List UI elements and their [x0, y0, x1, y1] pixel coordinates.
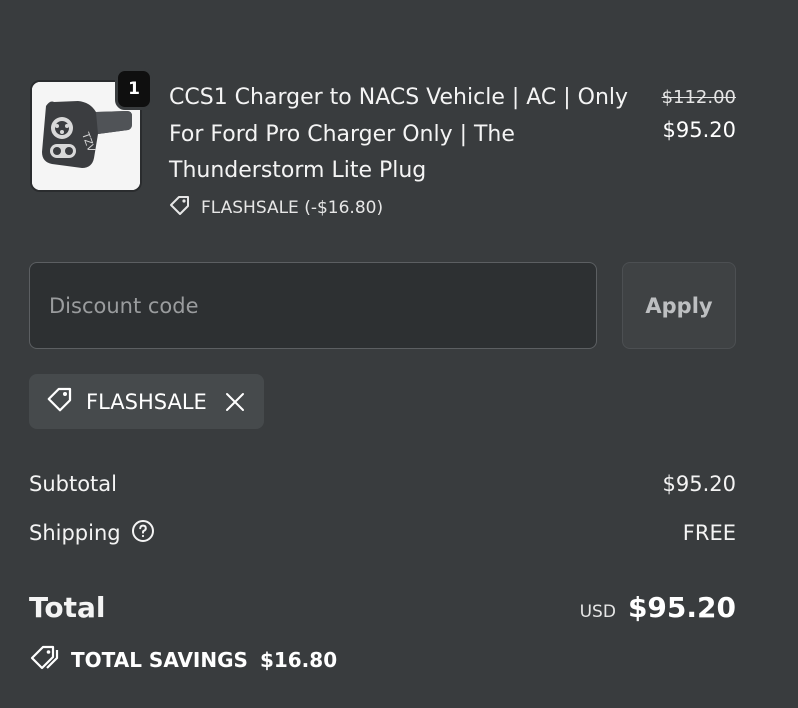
total-row: Total USD $95.20: [29, 586, 736, 628]
product-discount-text: FLASHSALE (-$16.80): [201, 197, 384, 218]
tag-icon: [168, 193, 192, 222]
total-label: Total: [29, 590, 106, 624]
total-value: $95.20: [627, 590, 736, 624]
product-title: CCS1 Charger to NACS Vehicle | AC | Only…: [169, 85, 629, 183]
tag-icon: [45, 384, 75, 419]
total-savings-label: TOTAL SAVINGS: [71, 647, 248, 672]
question-circle-icon[interactable]: [131, 519, 155, 548]
applied-discount-chip: FLASHSALE: [29, 374, 264, 429]
discount-code-input[interactable]: [29, 262, 597, 349]
current-price: $95.20: [662, 118, 736, 142]
applied-discount-code: FLASHSALE: [86, 389, 207, 414]
subtotal-label: Subtotal: [29, 472, 117, 496]
close-icon[interactable]: [222, 389, 248, 415]
currency-code: USD: [579, 601, 616, 622]
tags-icon: [29, 642, 61, 677]
shipping-row: Shipping FREE: [29, 517, 736, 549]
product-discount: FLASHSALE (-$16.80): [168, 193, 383, 222]
subtotal-value: $95.20: [662, 472, 736, 496]
apply-button[interactable]: Apply: [622, 262, 736, 349]
subtotal-row: Subtotal $95.20: [29, 468, 736, 500]
shipping-value: FREE: [682, 521, 736, 545]
total-savings-value: $16.80: [259, 647, 338, 672]
original-price: $112.00: [661, 87, 736, 108]
total-savings: TOTAL SAVINGS $16.80: [29, 642, 337, 677]
shipping-label: Shipping: [29, 521, 121, 545]
product-price: $112.00 $95.20: [662, 86, 736, 145]
quantity-badge: 1: [115, 68, 153, 110]
